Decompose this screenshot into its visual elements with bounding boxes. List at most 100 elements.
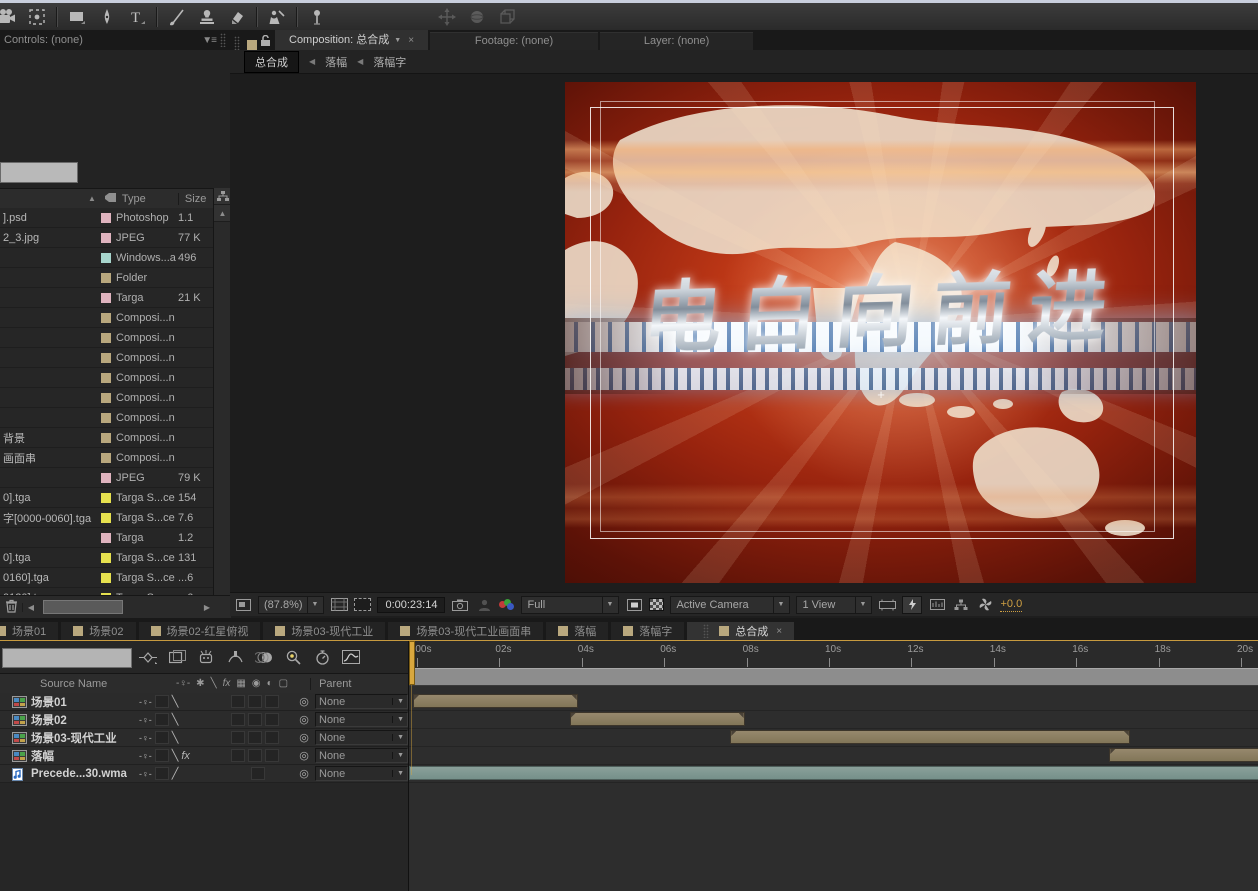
layer-switch-box[interactable]	[231, 749, 245, 762]
layer-duration-bar[interactable]	[413, 694, 578, 708]
breadcrumb-item[interactable]: 落幅	[325, 54, 347, 70]
region-of-interest-icon[interactable]	[354, 598, 371, 611]
label-color-chip[interactable]	[101, 353, 111, 363]
layer-name[interactable]: 落幅	[31, 748, 139, 764]
parent-dropdown[interactable]: None▼	[315, 748, 408, 763]
resolution-dropdown[interactable]: Full▼	[521, 596, 619, 614]
layer-shy-switch[interactable]: -♀-	[139, 715, 152, 725]
tab-footage[interactable]: Footage: (none)	[430, 32, 598, 50]
layer-quality-switch[interactable]: ╱	[172, 767, 179, 780]
layer-row[interactable]: 落幅-♀-╲fx◎None▼	[0, 747, 408, 765]
chevron-down-icon[interactable]: ▼	[392, 770, 404, 777]
transparency-grid-icon[interactable]	[649, 598, 664, 611]
view-layout-dropdown[interactable]: 1 View▼	[796, 596, 872, 614]
reset-exposure-icon[interactable]	[976, 597, 994, 613]
audio-layer-bar[interactable]	[409, 766, 1258, 780]
project-row[interactable]: 画面串Composi...n	[0, 448, 213, 468]
camera-tool-icon[interactable]	[0, 5, 22, 29]
layer-shy-switch[interactable]: -♀-	[139, 697, 152, 707]
project-row[interactable]: ].psdPhotoshop1.1	[0, 208, 213, 228]
layer-duration-bar[interactable]	[730, 730, 1130, 744]
label-color-chip[interactable]	[101, 313, 111, 323]
parent-pickwhip-icon[interactable]: ◎	[293, 713, 315, 726]
layer-fx-switch[interactable]: fx	[181, 750, 190, 762]
motion-blur-icon[interactable]: ◉	[252, 678, 261, 689]
timeline-tab[interactable]: 场景01	[0, 622, 58, 640]
label-color-chip[interactable]	[101, 213, 111, 223]
current-time-display[interactable]: 0:00:23:14	[377, 597, 445, 613]
lock-icon[interactable]	[260, 35, 271, 50]
camera-dropdown[interactable]: Active Camera▼	[670, 596, 790, 614]
layer-shy-switch[interactable]: -♀-	[139, 769, 152, 779]
brush-tool-icon[interactable]	[162, 5, 192, 29]
comp-flowchart-button-icon[interactable]	[952, 597, 970, 613]
parent-pickwhip-icon[interactable]: ◎	[293, 767, 315, 780]
layer-switch-box[interactable]	[231, 695, 245, 708]
project-row[interactable]: Folder	[0, 268, 213, 288]
timeline-tab[interactable]: 场景03-现代工业画面串	[388, 622, 543, 640]
layer-switch-box[interactable]	[248, 713, 262, 726]
label-color-chip[interactable]	[101, 233, 111, 243]
fast-previews-icon[interactable]	[902, 596, 922, 614]
parent-dropdown[interactable]: None▼	[315, 694, 408, 709]
target-region-icon[interactable]	[625, 597, 643, 613]
tab-composition[interactable]: Composition: 总合成 ▼ ×	[275, 30, 428, 50]
layer-switch-box[interactable]	[155, 767, 169, 780]
project-row[interactable]: Composi...n	[0, 368, 213, 388]
layer-row[interactable]: 场景03-现代工业-♀-╲◎None▼	[0, 729, 408, 747]
parent-dropdown[interactable]: None▼	[315, 712, 408, 727]
label-color-chip[interactable]	[101, 333, 111, 343]
pen-tool-icon[interactable]	[92, 5, 122, 29]
label-color-chip[interactable]	[101, 433, 111, 443]
snapshot-icon[interactable]	[451, 597, 469, 613]
show-snapshot-icon[interactable]	[475, 597, 493, 613]
rectangle-tool-icon[interactable]	[62, 5, 92, 29]
project-row[interactable]: Composi...n	[0, 328, 213, 348]
local-axis-mode-icon[interactable]	[432, 5, 462, 29]
type-tool-icon[interactable]: T	[122, 5, 152, 29]
timeline-timecode-box[interactable]	[2, 648, 132, 668]
unified-camera-tool-icon[interactable]	[22, 5, 52, 29]
layer-row[interactable]: Precede...30.wma-♀-╱◎None▼	[0, 765, 408, 783]
parent-pickwhip-icon[interactable]: ◎	[293, 749, 315, 762]
parent-dropdown[interactable]: None▼	[315, 730, 408, 745]
h-scroll-thumb[interactable]	[43, 600, 123, 614]
layer-switch-box[interactable]	[155, 713, 169, 726]
panel-menu-icon[interactable]: ▼≡	[202, 35, 216, 46]
view-axis-mode-icon[interactable]	[492, 5, 522, 29]
motion-blur-icon[interactable]	[254, 648, 274, 666]
tab-layer[interactable]: Layer: (none)	[600, 32, 753, 50]
timeline-tab[interactable]: 落幅字	[611, 622, 684, 640]
guides-options-icon[interactable]	[878, 597, 896, 613]
layer-switch-box[interactable]	[265, 749, 279, 762]
parent-pickwhip-icon[interactable]: ◎	[293, 695, 315, 708]
safe-margins-icon[interactable]	[330, 597, 348, 613]
world-axis-mode-icon[interactable]	[462, 5, 492, 29]
layer-quality-switch[interactable]: ╲	[172, 713, 179, 726]
layer-name[interactable]: 场景02	[31, 712, 139, 728]
scroll-right-icon[interactable]: ▶	[204, 603, 210, 612]
layer-row[interactable]: 场景01-♀-╲◎None▼	[0, 693, 408, 711]
project-row[interactable]: Windows...a496	[0, 248, 213, 268]
tab-close-icon[interactable]: ×	[776, 626, 782, 637]
project-row[interactable]: Composi...n	[0, 348, 213, 368]
label-color-chip[interactable]	[101, 253, 111, 263]
layer-duration-bar[interactable]	[570, 712, 745, 726]
project-row[interactable]: 2_3.jpgJPEG77 K	[0, 228, 213, 248]
project-row[interactable]: Targa1.2	[0, 528, 213, 548]
layer-quality-switch[interactable]: ╲	[172, 731, 179, 744]
layer-switch-box[interactable]	[155, 695, 169, 708]
project-row[interactable]: 0].tgaTarga S...ce131	[0, 548, 213, 568]
layer-switch-box[interactable]	[265, 713, 279, 726]
timeline-tab[interactable]: 场景02	[61, 622, 135, 640]
chevron-down-icon[interactable]: ▼	[392, 716, 404, 723]
timeline-tab[interactable]: 总合成×	[687, 622, 794, 640]
layer-switch-box[interactable]	[251, 767, 265, 780]
layer-shy-switch[interactable]: -♀-	[139, 751, 152, 761]
layer-name[interactable]: 场景03-现代工业	[31, 730, 139, 746]
comp-label-chip[interactable]	[247, 40, 257, 50]
puppet-pin-tool-icon[interactable]	[302, 5, 332, 29]
adjustment-icon[interactable]: ◐	[267, 678, 273, 689]
label-color-chip[interactable]	[101, 293, 111, 303]
quality-icon[interactable]: ╲	[211, 678, 217, 689]
